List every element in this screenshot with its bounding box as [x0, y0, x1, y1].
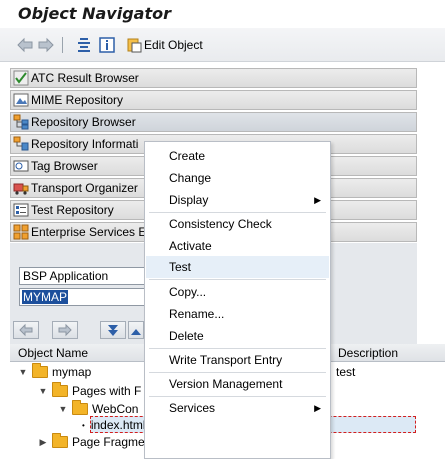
menu-item-test[interactable]: Test — [146, 256, 329, 278]
menu-item-write-transport-entry[interactable]: Write Transport Entry — [146, 349, 329, 371]
collapse-icon — [131, 329, 141, 335]
menu-item-label: Change — [169, 171, 212, 185]
menu-item-consistency-check[interactable]: Consistency Check — [146, 213, 329, 235]
back-arrow-icon — [19, 323, 33, 337]
menu-item-version-management[interactable]: Version Management — [146, 373, 329, 395]
menu-separator — [149, 279, 326, 280]
toolbar-separator — [62, 37, 63, 53]
edit-object-label: Edit Object — [144, 38, 203, 52]
folder-icon — [52, 382, 68, 397]
folder-icon — [72, 400, 88, 415]
browser-label: MIME Repository — [31, 93, 124, 107]
menu-item-label: Display — [169, 193, 209, 207]
browser-label: Test Repository — [31, 203, 114, 217]
expand-icon — [108, 325, 118, 336]
expand-all-button[interactable] — [100, 321, 126, 339]
menu-item-label: Services — [169, 401, 216, 415]
tag-icon — [13, 160, 29, 172]
chevron-down-icon[interactable]: ▼ — [38, 386, 48, 396]
bullet-icon: • — [82, 420, 85, 430]
tree-node-mymap[interactable]: ▼ mymap — [18, 363, 91, 381]
menu-item-label: Write Transport Entry — [169, 353, 283, 367]
enterprise-services-icon — [13, 224, 29, 240]
checkmark-icon — [13, 70, 29, 86]
chevron-down-icon[interactable]: ▼ — [18, 367, 28, 377]
menu-item-label: Delete — [169, 329, 204, 343]
browser-label: Enterprise Services E — [31, 225, 147, 239]
menu-item-copy[interactable]: Copy... — [146, 281, 329, 303]
chevron-down-icon[interactable]: ▼ — [58, 404, 68, 414]
object-name-value: MYMAP — [22, 290, 69, 304]
info-icon[interactable] — [98, 36, 116, 54]
menu-item-create[interactable]: Create — [146, 145, 329, 167]
edit-object-icon — [127, 38, 142, 53]
menu-item-label: Test — [169, 260, 192, 274]
menu-item-services[interactable]: Services ▶ — [146, 397, 329, 419]
edit-object-button[interactable]: Edit Object — [126, 36, 203, 54]
tree-node-label: index.html — [90, 418, 146, 432]
chevron-right-icon: ▶ — [314, 194, 321, 205]
browser-mime-repository[interactable]: MIME Repository — [10, 90, 417, 110]
folder-icon — [32, 363, 48, 378]
back-arrow-icon[interactable] — [16, 36, 34, 54]
truck-icon — [13, 183, 29, 195]
menu-item-label: Rename... — [169, 307, 225, 321]
tree-node-pages[interactable]: ▼ Pages with F — [38, 382, 141, 400]
browser-repository-browser[interactable]: Repository Browser — [10, 112, 417, 132]
tree-node-label: mymap — [52, 365, 92, 379]
menu-item-label: Activate — [169, 239, 212, 253]
picture-icon — [13, 93, 29, 107]
menu-item-label: Version Management — [169, 377, 283, 391]
menu-item-label: Consistency Check — [169, 217, 272, 231]
test-repository-icon — [13, 203, 29, 217]
chevron-right-icon[interactable]: ▶ — [38, 437, 48, 448]
tree-back-button[interactable] — [13, 321, 39, 339]
menu-item-activate[interactable]: Activate — [146, 235, 329, 257]
folder-icon — [52, 433, 68, 448]
tree-node-description: test — [336, 365, 356, 379]
menu-item-label: Create — [169, 149, 206, 163]
browser-label: ATC Result Browser — [31, 71, 139, 85]
browser-atc-result[interactable]: ATC Result Browser — [10, 68, 417, 88]
context-menu: Create Change Display ▶ Consistency Check… — [144, 141, 331, 459]
browser-label: Transport Organizer — [31, 181, 138, 195]
tree-node-index-html[interactable]: • index.html — [82, 416, 146, 434]
application-toolbar: Edit Object — [0, 28, 445, 62]
browser-label: Repository Informati — [31, 137, 139, 151]
column-header-description[interactable]: Description — [338, 346, 398, 360]
repository-tree-icon — [13, 114, 29, 130]
browser-label: Repository Browser — [31, 115, 136, 129]
menu-item-label: Copy... — [169, 285, 207, 299]
tree-forward-button[interactable] — [52, 321, 78, 339]
tree-node-page-fragments[interactable]: ▶ Page Fragments — [38, 433, 161, 451]
browser-label: Tag Browser — [31, 159, 98, 173]
menu-item-rename[interactable]: Rename... — [146, 303, 329, 325]
menu-item-delete[interactable]: Delete — [146, 325, 329, 347]
collapse-all-button[interactable] — [128, 321, 144, 339]
chevron-right-icon: ▶ — [314, 402, 321, 413]
forward-arrow-icon — [58, 323, 72, 337]
repository-info-icon — [13, 136, 29, 151]
tree-node-label: Pages with F — [72, 384, 142, 398]
page-title: Object Navigator — [18, 4, 171, 23]
menu-item-display[interactable]: Display ▶ — [146, 189, 329, 211]
tree-node-label: WebCon — [92, 402, 139, 416]
hierarchy-icon[interactable] — [75, 36, 93, 54]
forward-arrow-icon[interactable] — [37, 36, 55, 54]
menu-item-change[interactable]: Change — [146, 167, 329, 189]
column-header-object-name[interactable]: Object Name — [18, 346, 88, 360]
